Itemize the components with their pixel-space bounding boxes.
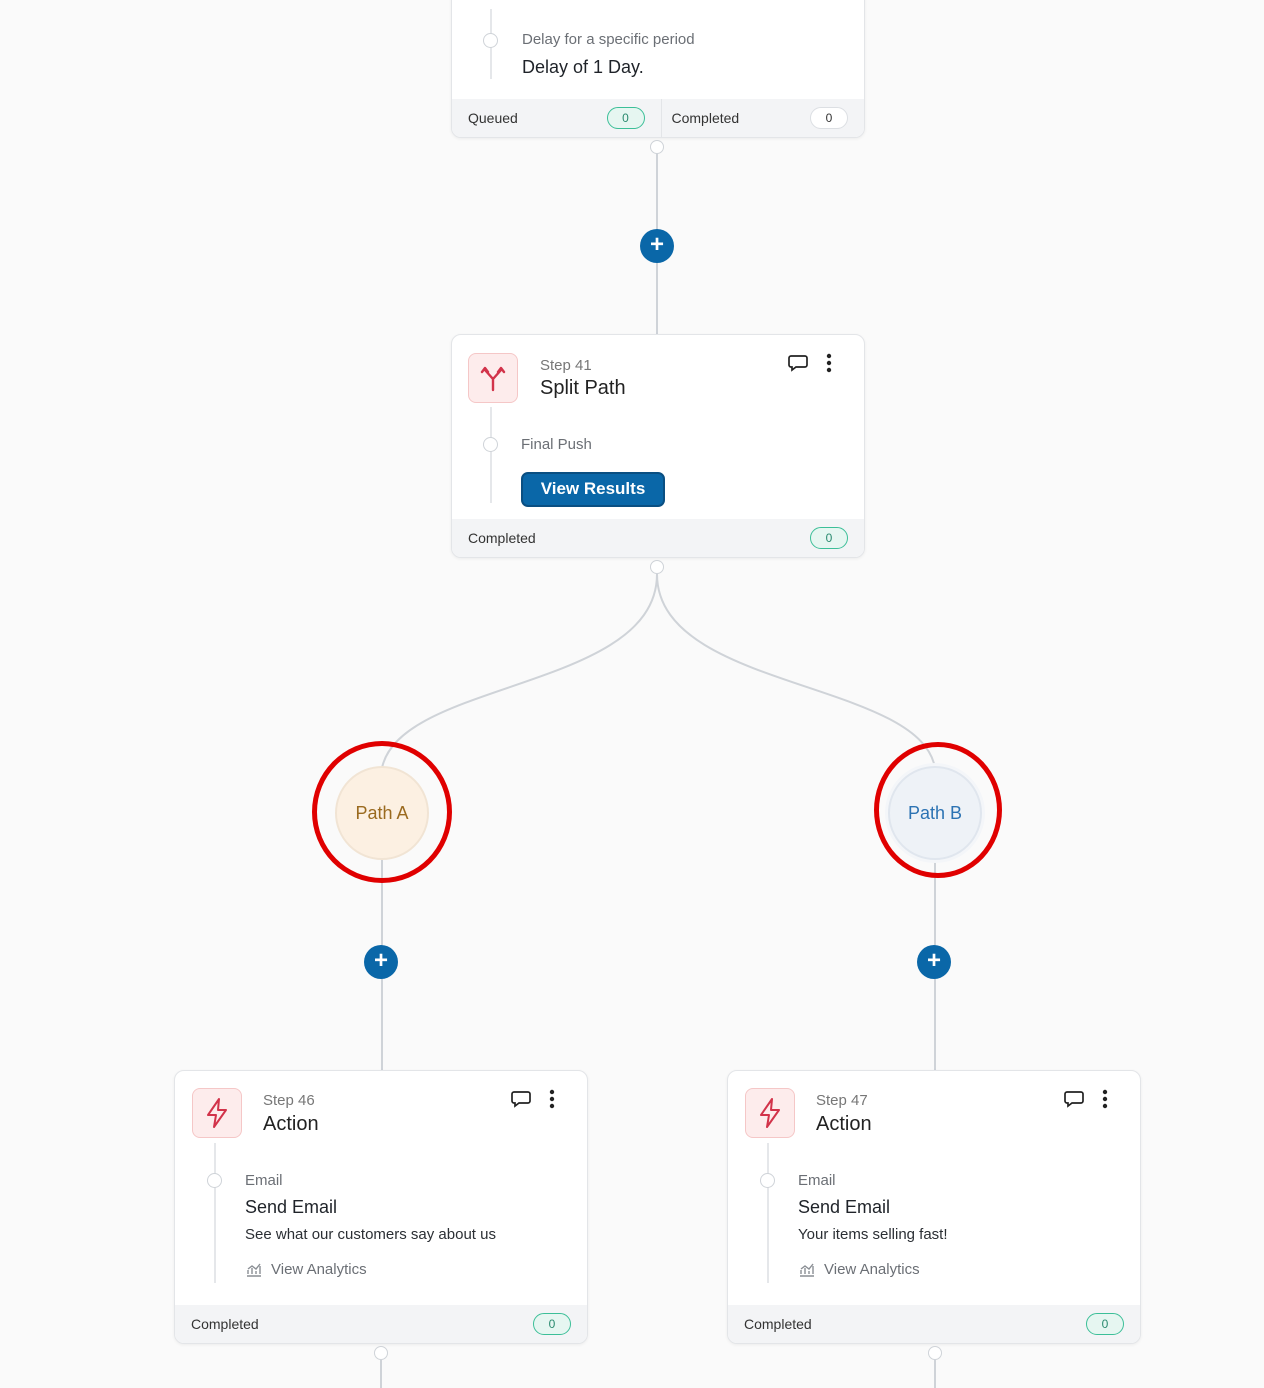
action-step-title: Action xyxy=(263,1113,319,1135)
analytics-icon xyxy=(800,1263,814,1277)
split-step-title: Split Path xyxy=(540,377,626,399)
action-icon-box xyxy=(192,1088,242,1138)
action-47-output-port[interactable] xyxy=(928,1346,942,1360)
split-detail-label: Final Push xyxy=(521,436,592,453)
action-icon-box xyxy=(745,1088,795,1138)
lightning-icon xyxy=(207,1098,227,1128)
split-card-footer: Completed 0 xyxy=(452,519,864,557)
comment-icon[interactable] xyxy=(511,1090,531,1108)
add-step-button-path-a[interactable]: + xyxy=(364,945,398,979)
queued-count-badge: 0 xyxy=(606,107,645,129)
delay-output-port[interactable] xyxy=(650,140,664,154)
timeline-line xyxy=(767,1143,769,1283)
action-name: Send Email xyxy=(245,1197,338,1217)
view-analytics-label: View Analytics xyxy=(824,1261,920,1278)
add-step-button-path-b[interactable]: + xyxy=(917,945,951,979)
queued-label: Queued xyxy=(468,110,518,126)
timeline-dot xyxy=(207,1173,222,1188)
action-step-number: Step 46 xyxy=(263,1092,315,1109)
completed-label: Completed xyxy=(191,1316,259,1332)
completed-label: Completed xyxy=(671,110,740,126)
comment-icon[interactable] xyxy=(1064,1090,1084,1108)
action-card-step-47[interactable]: Step 47 Action Email Send Email Your ite… xyxy=(727,1070,1141,1344)
completed-label: Completed xyxy=(744,1316,812,1332)
comment-icon[interactable] xyxy=(788,354,808,372)
view-analytics-link[interactable]: View Analytics xyxy=(245,1261,367,1278)
view-analytics-link[interactable]: View Analytics xyxy=(798,1261,920,1278)
path-a-highlight-ring xyxy=(312,741,452,883)
split-step-number: Step 41 xyxy=(540,357,592,374)
split-path-card[interactable]: Step 41 Split Path Final Push View Resul… xyxy=(451,334,865,558)
completed-label: Completed xyxy=(468,530,536,546)
split-output-port[interactable] xyxy=(650,560,664,574)
completed-count-badge: 0 xyxy=(533,1313,571,1335)
action-46-output-port[interactable] xyxy=(374,1346,388,1360)
lightning-icon xyxy=(760,1098,780,1128)
more-options-icon[interactable] xyxy=(549,1089,555,1109)
path-b-highlight-ring xyxy=(874,742,1002,878)
delay-title: Delay of 1 Day. xyxy=(522,57,644,77)
action-card-step-46[interactable]: Step 46 Action Email Send Email See what… xyxy=(174,1070,588,1344)
more-options-icon[interactable] xyxy=(1102,1089,1108,1109)
timeline-dot xyxy=(483,33,498,48)
completed-count-badge: 0 xyxy=(1086,1313,1124,1335)
timeline-line xyxy=(214,1143,216,1283)
split-path-icon xyxy=(480,366,506,392)
completed-count-badge: 0 xyxy=(810,527,848,549)
action-type-label: Email xyxy=(798,1172,836,1189)
email-subject: Your items selling fast! xyxy=(798,1226,948,1243)
action-card-footer: Completed 0 xyxy=(728,1305,1140,1343)
completed-count-badge: 0 xyxy=(810,107,848,129)
timeline-dot xyxy=(760,1173,775,1188)
action-card-footer: Completed 0 xyxy=(175,1305,587,1343)
analytics-icon xyxy=(247,1263,261,1277)
action-step-number: Step 47 xyxy=(816,1092,868,1109)
delay-step-card[interactable]: Delay for a specific period Delay of 1 D… xyxy=(451,0,865,138)
email-subject: See what our customers say about us xyxy=(245,1226,496,1243)
split-icon-box xyxy=(468,353,518,403)
delay-card-footer: Queued 0 Completed 0 xyxy=(452,99,864,137)
more-options-icon[interactable] xyxy=(826,353,832,373)
action-name: Send Email xyxy=(798,1197,891,1217)
delay-subtitle: Delay for a specific period xyxy=(522,31,695,48)
view-analytics-label: View Analytics xyxy=(271,1261,367,1278)
action-type-label: Email xyxy=(245,1172,283,1189)
view-results-button[interactable]: View Results xyxy=(521,472,665,507)
add-step-button[interactable]: + xyxy=(640,229,674,263)
timeline-dot xyxy=(483,437,498,452)
action-step-title: Action xyxy=(816,1113,872,1135)
timeline-line xyxy=(490,407,492,503)
